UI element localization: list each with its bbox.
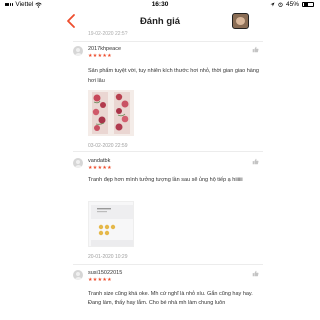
avatar xyxy=(73,46,83,56)
review-text: Sản phẩm tuyệt vời, tuy nhiên kích thước… xyxy=(88,68,259,84)
review-text: Tranh size cũng khá oke. Mh cứ nghĩ là n… xyxy=(88,291,253,306)
review-date: 03-02-2020 22:59 xyxy=(88,143,128,149)
rating-stars: ★★★★★ xyxy=(88,165,112,171)
review-username: susi15022015 xyxy=(88,270,123,276)
alarm-icon xyxy=(278,2,283,7)
status-icons: 45% xyxy=(270,1,314,8)
battery-icon xyxy=(302,1,314,8)
review-username: 2017khpeace xyxy=(88,46,122,52)
header-bar: Đánh giá xyxy=(0,8,320,34)
thumbs-up-icon[interactable] xyxy=(252,270,259,277)
product-thumbnail[interactable] xyxy=(232,13,249,29)
battery-percent: 45% xyxy=(285,1,299,8)
thumbs-up-icon[interactable] xyxy=(252,46,259,53)
rating-stars: ★★★★★ xyxy=(88,277,112,283)
rating-stars: ★★★★★ xyxy=(88,53,112,59)
review-date: 20-01-2020 10:29 xyxy=(88,254,128,260)
thumbs-up-icon[interactable] xyxy=(252,158,259,165)
divider xyxy=(73,151,263,152)
page-title: Đánh giá xyxy=(139,16,181,27)
review-item: susi15022015 ★★★★★ Tranh size cũng khá o… xyxy=(73,270,263,320)
review-item: 2017khpeace ★★★★★ Sản phẩm tuyệt vời, tu… xyxy=(73,46,263,156)
previous-review-date: 19-02-2020 22:5? xyxy=(88,31,128,37)
review-item: vandatbk ★★★★★ Tranh đẹp hơn mình tưởng … xyxy=(73,158,263,266)
review-photo[interactable] xyxy=(88,201,134,247)
divider xyxy=(73,41,263,42)
review-text: Tranh đẹp hơn mình tưởng tượng lần sau s… xyxy=(88,177,243,183)
location-icon xyxy=(270,2,275,7)
divider xyxy=(73,264,263,265)
avatar xyxy=(73,270,83,280)
avatar xyxy=(73,158,83,168)
review-photo[interactable] xyxy=(88,90,134,136)
review-username: vandatbk xyxy=(88,158,111,164)
